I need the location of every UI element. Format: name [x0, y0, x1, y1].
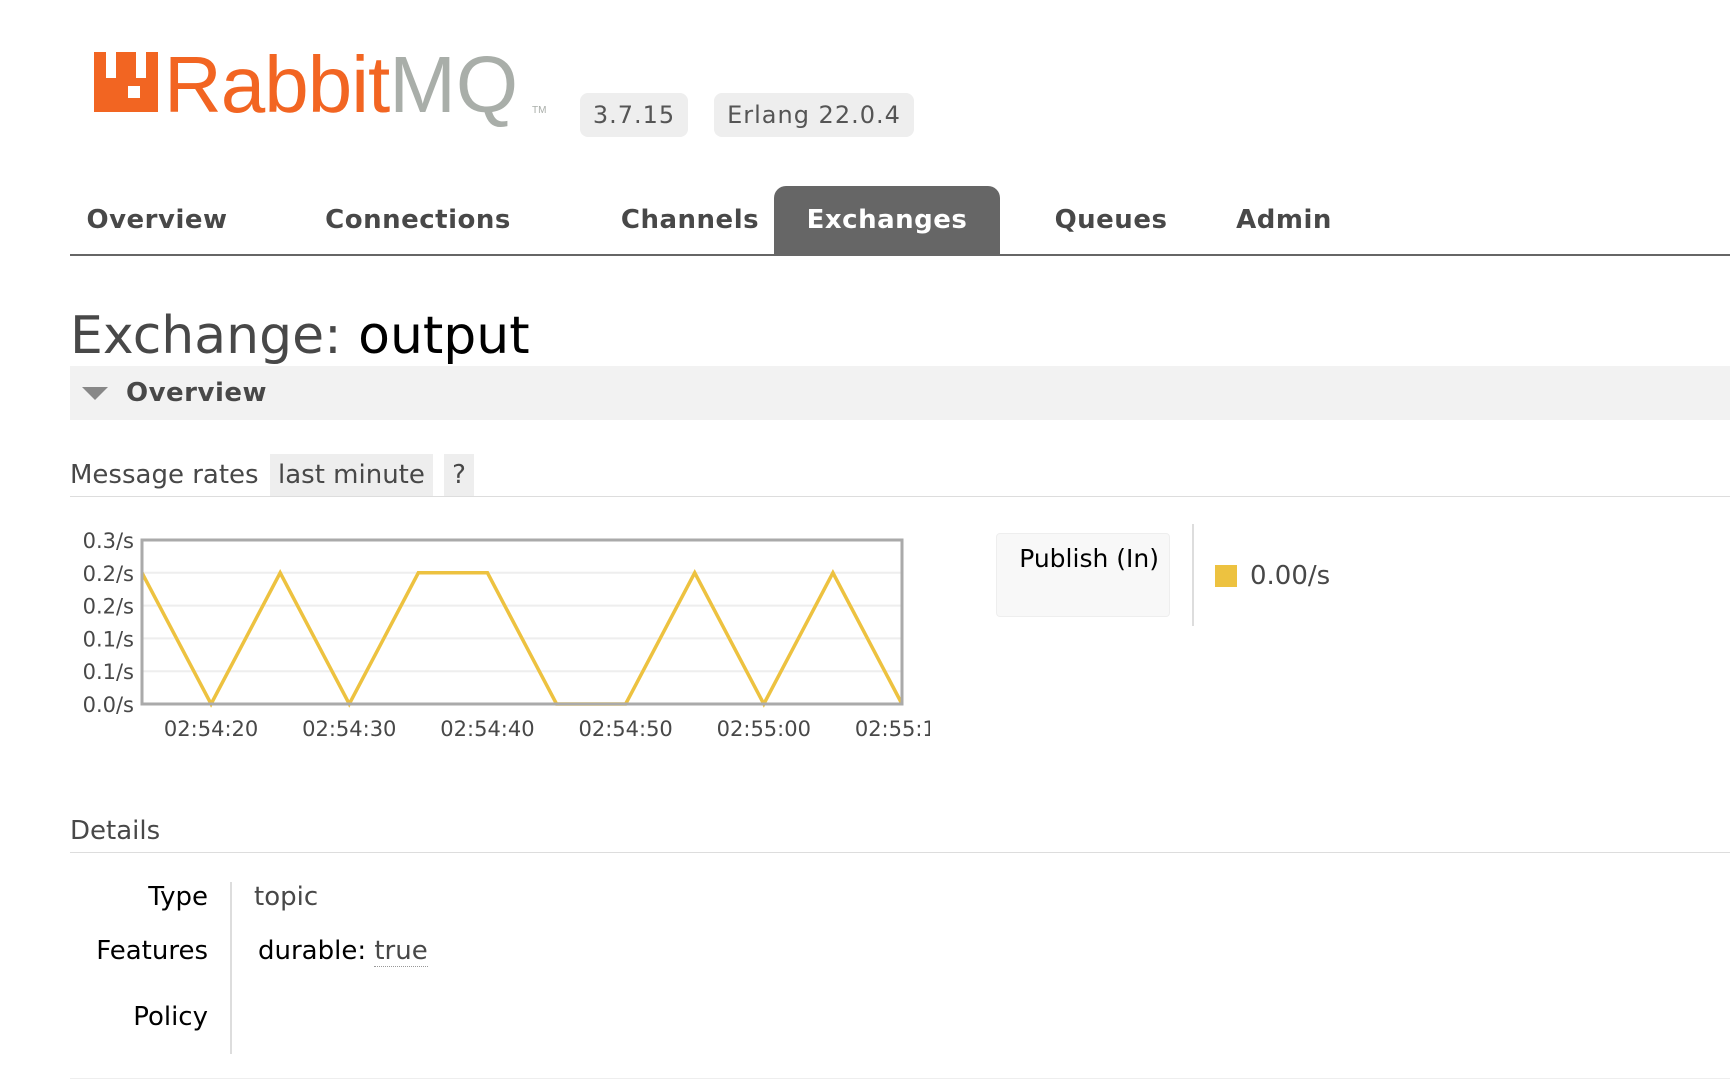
- legend-series-name: Publish (In): [1019, 544, 1159, 573]
- trademark: TM: [532, 105, 546, 116]
- section-bottom-rule: [70, 1078, 1730, 1079]
- details-header: Details: [70, 810, 1730, 853]
- tab-connections[interactable]: Connections: [312, 186, 524, 254]
- tab-queues[interactable]: Queues: [1038, 186, 1184, 254]
- feature-durable-key: durable:: [258, 936, 367, 966]
- page-title: Exchange: output: [70, 296, 530, 376]
- data-point: [485, 571, 489, 575]
- detail-type-value: topic: [254, 882, 319, 912]
- tab-admin[interactable]: Admin: [1220, 186, 1348, 254]
- help-button[interactable]: ?: [444, 454, 474, 496]
- exchange-name: output: [358, 306, 530, 366]
- detail-policy-key: Policy: [133, 1002, 208, 1032]
- message-rates-header: Message rates last minute ?: [70, 454, 1730, 497]
- overview-section-label: Overview: [126, 378, 268, 408]
- feature-durable-value[interactable]: true: [374, 936, 428, 967]
- y-tick-label: 0.3/s: [83, 529, 134, 553]
- y-tick-label: 0.2/s: [83, 595, 134, 619]
- y-tick-label: 0.1/s: [83, 627, 134, 651]
- page-title-prefix: Exchange:: [70, 306, 359, 366]
- details-divider: [230, 882, 232, 1054]
- data-point: [831, 571, 835, 575]
- publish-in-rate: 0.00/s: [1250, 561, 1331, 591]
- overview-section-toggle[interactable]: Overview: [70, 366, 1730, 420]
- legend-divider: [1192, 524, 1194, 626]
- rabbitmq-logo[interactable]: RabbitMQ TM: [86, 30, 546, 140]
- main-nav: Overview Connections Channels Exchanges …: [70, 186, 1730, 256]
- message-rates-label: Message rates: [70, 460, 259, 490]
- detail-type-key: Type: [148, 882, 208, 912]
- details-label: Details: [70, 816, 161, 846]
- legend-color-swatch: [1215, 565, 1237, 587]
- erlang-version-badge: Erlang 22.0.4: [714, 93, 914, 137]
- legend-label-box: Publish (In): [996, 533, 1170, 617]
- tab-channels[interactable]: Channels: [600, 186, 780, 254]
- x-tick-label: 02:54:50: [578, 717, 672, 741]
- rabbit-logo-icon: [94, 52, 158, 112]
- x-tick-label: 02:55:00: [717, 717, 811, 741]
- data-point: [278, 571, 282, 575]
- y-axis-ticks: 0.3/s 0.2/s 0.2/s 0.1/s 0.1/s 0.0/s: [83, 529, 134, 717]
- y-tick-label: 0.1/s: [83, 660, 134, 684]
- data-point: [693, 571, 697, 575]
- version-badge: 3.7.15: [580, 93, 688, 137]
- x-axis-ticks: 02:54:20 02:54:30 02:54:40 02:54:50 02:55:00…: [164, 717, 930, 741]
- x-tick-label: 02:54:30: [302, 717, 396, 741]
- y-tick-label: 0.2/s: [83, 562, 134, 586]
- detail-features-value: durable: true: [258, 931, 428, 971]
- x-tick-label: 02:54:20: [164, 717, 258, 741]
- tab-overview[interactable]: Overview: [76, 186, 238, 254]
- rate-range-selector[interactable]: last minute: [270, 454, 433, 496]
- message-rates-chart: 0.3/s0.2/s0.2/s0.1/s0.1/s0.0/s 02:54:20 0…: [83, 529, 930, 741]
- brand-text: RabbitMQ: [164, 40, 518, 129]
- collapse-arrow-icon: [82, 387, 108, 400]
- data-point: [416, 571, 420, 575]
- tab-exchanges[interactable]: Exchanges: [774, 186, 1000, 254]
- detail-features-key: Features: [96, 936, 208, 966]
- x-tick-label: 02:54:40: [440, 717, 534, 741]
- y-tick-label: 0.0/s: [83, 693, 134, 717]
- x-tick-label: 02:55:10: [855, 717, 930, 741]
